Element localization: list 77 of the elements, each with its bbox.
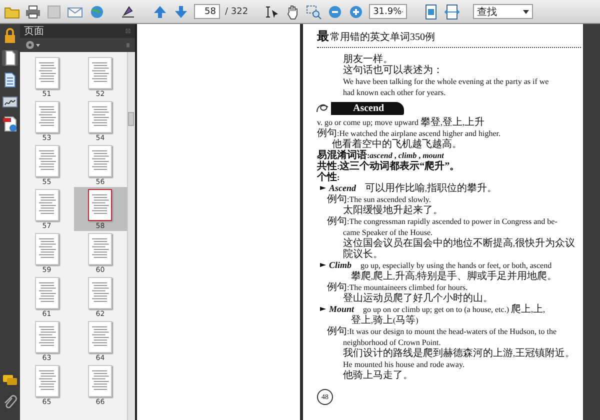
text-line: 攀爬,爬上,升高;特别是手、脚或手足并用地爬。: [350, 271, 558, 282]
page-preview-drawing: [88, 233, 112, 265]
page-preview-drawing: [34, 145, 59, 177]
text-line: 登上,骑上(马等): [350, 315, 420, 326]
sign-icon[interactable]: [120, 4, 136, 20]
scrollbar[interactable]: [127, 52, 135, 420]
term-word: Mount: [329, 304, 354, 314]
page-preview-drawing: [34, 321, 59, 353]
text-line: 他看着空中的飞机越飞越高。: [332, 139, 463, 150]
page-preview-drawing: [88, 145, 112, 177]
page-preview-drawing: [88, 365, 112, 397]
page-preview-drawing: [88, 277, 112, 309]
bullet-icon: [320, 262, 326, 268]
page-preview-drawing: [88, 321, 112, 353]
page-preview-drawing: [34, 101, 59, 133]
page-preview-drawing: [34, 233, 59, 265]
running-header: 最常用错的英文单词350例: [317, 28, 581, 48]
page-preview-drawing: [88, 101, 112, 133]
comments-icon[interactable]: [2, 372, 18, 388]
print-icon[interactable]: [25, 4, 41, 20]
definition-text: go up, especially by using the hands or feet, or both, ascend: [360, 260, 552, 270]
text-line: 易混淆词语:ascend , climb , mount: [317, 150, 444, 161]
text-line: He mounted his house and rode away.: [342, 359, 466, 370]
page-number-field[interactable]: 58: [194, 4, 220, 19]
text-line: 例句:It was our design to mount the head-waters of the Hudson, to the: [326, 326, 558, 337]
caret-icon: [523, 8, 530, 14]
text-line: neighborhood of Crown Point.: [342, 337, 442, 348]
panel-title: 页面: [24, 25, 44, 38]
text-line: 这句话也可以表述为：: [342, 65, 444, 76]
text-line: 例句:The mountaineers climbed for hours.: [326, 282, 469, 293]
close-icon[interactable]: [125, 28, 131, 34]
page-preview-drawing: [34, 365, 59, 397]
zoom-field[interactable]: 31.9%: [369, 4, 408, 19]
globe-icon[interactable]: [88, 4, 104, 20]
zoom-out-icon[interactable]: [327, 4, 344, 20]
definition-text: 可以用作比喻,指职位的攀升。: [365, 183, 497, 194]
fit-page-icon[interactable]: [423, 4, 440, 20]
find-field[interactable]: 查找: [473, 4, 534, 19]
text-line: 例句:The congressman rapidly ascended to power in Congress and be-: [326, 216, 558, 227]
text-cursor-icon[interactable]: [264, 4, 280, 20]
term-word: Ascend: [329, 183, 356, 193]
signature-icon[interactable]: [2, 94, 18, 110]
page-preview-drawing: [88, 57, 112, 89]
marquee-zoom-icon[interactable]: [306, 4, 322, 20]
text-line: 例句:He watched the airplane ascend higher and higher.: [317, 128, 502, 139]
definition-text: go up on or climb up; get on to (a house, etc.) 爬上,上,: [363, 304, 545, 315]
text-line: 个性:: [317, 172, 341, 183]
text-line: 太阳缓慢地升起来了。: [342, 205, 444, 216]
bullet-icon: [320, 185, 326, 191]
down-arrow-icon[interactable]: [173, 4, 189, 20]
page-preview-drawing: [34, 189, 59, 221]
text-line: 登山运动员爬了好几个小时的山。: [342, 293, 494, 304]
text-line: 例句:The sun ascended slowly.: [326, 194, 432, 205]
text-line: had known each other for years.: [342, 87, 447, 98]
fit-width-icon[interactable]: [444, 4, 460, 20]
bullet-icon: [320, 306, 326, 312]
word-banner: Ascend: [331, 102, 404, 114]
text-line: 他骑上马走了。: [342, 370, 414, 381]
page-preview-drawing: [34, 277, 59, 309]
text-line: 我们设计的路线是爬到赫德森河的上游,王冠镇附近。: [342, 348, 576, 359]
text-line: We have been talking for the whole evening at the party as if we: [342, 76, 550, 87]
zoom-in-icon[interactable]: [348, 4, 364, 20]
page-preview-drawing: [88, 189, 112, 221]
text-line: 这位国会议员在国会中的地位不断提高,很快升为众议院议长。: [342, 238, 576, 260]
paperclip-icon[interactable]: [2, 394, 18, 410]
text-line: came Speaker of the House.: [342, 227, 434, 238]
text-line: v. go or come up; move upward 攀登,登上,上升: [317, 117, 486, 128]
term-word: Climb: [329, 260, 352, 270]
up-arrow-icon[interactable]: [152, 4, 168, 20]
text-line: 朋友一样。: [342, 54, 393, 65]
pages-icon[interactable]: [2, 50, 18, 66]
page-preview-drawing: [34, 57, 59, 89]
text-line: 共性:这三个动词都表示“爬升”。: [317, 161, 461, 172]
pdf-attachment-icon[interactable]: [2, 116, 18, 132]
lock-icon[interactable]: [2, 28, 18, 44]
document-icon[interactable]: [2, 72, 18, 88]
page-total: / 322: [225, 6, 248, 16]
